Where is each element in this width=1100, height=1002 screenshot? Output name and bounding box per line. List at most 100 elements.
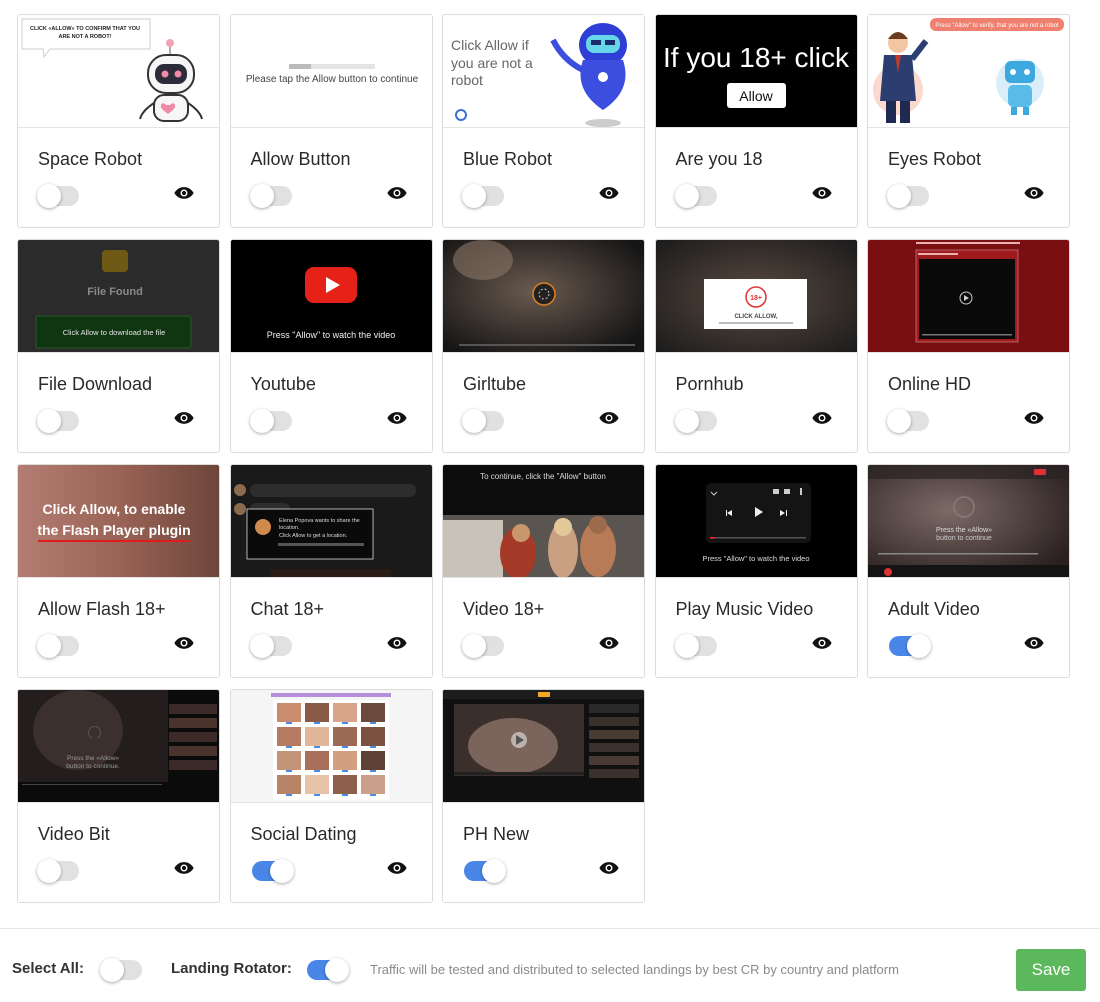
landing-enable-toggle[interactable]	[464, 859, 506, 883]
eye-icon[interactable]	[174, 411, 194, 425]
eye-icon[interactable]	[386, 186, 407, 200]
toggle-knob	[325, 958, 349, 982]
eye-icon[interactable]	[386, 411, 407, 425]
landing-card: To continue, click the "Allow" button Vi…	[442, 464, 645, 678]
save-button[interactable]: Save	[1016, 949, 1086, 991]
preview-text: ARE NOT A ROBOT!	[58, 34, 111, 40]
landing-card: Press "Allow" to watch the video Youtube	[229, 239, 433, 453]
eye-icon[interactable]	[174, 636, 194, 650]
landing-title: Eyes Robot	[888, 149, 982, 169]
eye-icon[interactable]	[599, 861, 619, 875]
toggle-knob	[674, 409, 699, 433]
toggle-knob	[269, 859, 294, 883]
landing-enable-toggle[interactable]	[462, 634, 504, 658]
eye-icon[interactable]	[811, 636, 832, 650]
landing-title: Social Dating	[250, 824, 357, 844]
preview-text: Click Allow to get a location.	[279, 533, 348, 539]
preview-text: button to continue.	[66, 763, 120, 770]
landing-card: 18+ CLICK ALLOW, Pornhub	[654, 239, 858, 453]
landing-preview-image: 18+ CLICK ALLOW,	[655, 240, 857, 353]
landing-card: Press "Allow" to watch the video Play Mus…	[654, 464, 858, 678]
eye-icon[interactable]	[599, 186, 619, 200]
landing-enable-toggle[interactable]	[251, 859, 294, 883]
eye-icon[interactable]	[386, 861, 407, 875]
preview-text: location.	[279, 525, 300, 531]
landing-preview-image: Press "Allow" to watch the video	[655, 465, 857, 578]
preview-text: Press "Allow" to watch the video	[266, 330, 394, 340]
preview-text: Press the «Allow»	[936, 527, 992, 534]
preview-text: Click Allow if	[451, 37, 529, 53]
landing-enable-toggle[interactable]	[37, 859, 79, 883]
landing-preview-image: Press the «Allow» button to continue	[868, 465, 1069, 578]
landing-preview-image: Please tap the Allow button to continue	[230, 15, 432, 128]
footer-divider	[0, 928, 1100, 929]
preview-text: Click Allow, to enable	[43, 501, 186, 517]
preview-text: Please tap the Allow button to continue	[245, 74, 418, 85]
toggle-knob	[37, 634, 61, 658]
landing-enable-toggle[interactable]	[249, 409, 292, 433]
landing-preview-image: Press "Allow" to verify, that you are no…	[868, 15, 1069, 128]
landing-enable-toggle[interactable]	[887, 409, 929, 433]
landing-title: Youtube	[250, 374, 316, 394]
svg-text:Allow: Allow	[739, 88, 773, 104]
landing-preview-image: Click Allow if you are not a robot	[443, 15, 644, 128]
landing-card: Click Allow, to enable the Flash Player p…	[17, 464, 220, 678]
svg-text:Press "Allow" to watch the vid: Press "Allow" to watch the video	[266, 330, 394, 340]
select-all-toggle[interactable]	[100, 958, 142, 982]
svg-text:If you 18+ click: If you 18+ click	[663, 42, 850, 73]
landing-card: Press "Allow" to verify, that you are no…	[867, 14, 1070, 228]
eye-icon[interactable]	[174, 861, 194, 875]
eye-icon[interactable]	[1024, 186, 1044, 200]
landing-enable-toggle[interactable]	[462, 409, 504, 433]
eye-icon[interactable]	[811, 411, 832, 425]
toggle-knob	[37, 859, 61, 883]
eye-icon[interactable]	[386, 636, 407, 650]
landing-card: Online HD	[867, 239, 1070, 453]
landing-preview-image: Elena Popova wants to share the location.…	[230, 465, 432, 578]
svg-text:Please tap the Allow button to: Please tap the Allow button to continue	[245, 74, 418, 85]
landing-preview-image: Press the «Allow» button to continue.	[18, 690, 219, 803]
toggle-knob	[674, 634, 699, 658]
landing-rotator-toggle[interactable]	[307, 958, 349, 982]
landing-title: Allow Flash 18+	[38, 599, 166, 619]
toggle-knob	[249, 184, 274, 208]
landing-card: Social Dating	[229, 689, 433, 903]
toggle-knob	[462, 409, 486, 433]
landing-enable-toggle[interactable]	[37, 409, 79, 433]
landing-title: Online HD	[888, 374, 972, 394]
landing-card: Press the «Allow» button to continue. Vid…	[17, 689, 220, 903]
landing-preview-image	[868, 240, 1069, 353]
toggle-knob	[674, 184, 699, 208]
preview-text: File Found	[87, 286, 143, 298]
landing-enable-toggle[interactable]	[889, 634, 931, 658]
landing-rotator-label: Landing Rotator:	[171, 960, 292, 977]
landing-enable-toggle[interactable]	[37, 184, 79, 208]
eye-icon[interactable]	[811, 186, 832, 200]
landing-enable-toggle[interactable]	[462, 184, 504, 208]
eye-icon[interactable]	[599, 411, 619, 425]
preview-text: Press "Allow" to verify, that you are no…	[935, 23, 1059, 29]
eye-icon[interactable]	[1024, 411, 1044, 425]
svg-text:Press the «Allow»button to con: Press the «Allow» button to continue	[936, 527, 992, 542]
landing-enable-toggle[interactable]	[887, 184, 929, 208]
toggle-knob	[100, 958, 124, 982]
landing-preview-image	[443, 240, 644, 353]
eye-icon[interactable]	[1024, 636, 1044, 650]
landing-enable-toggle[interactable]	[674, 184, 717, 208]
landing-card: Click Allow if you are not a robot Blue Ro…	[442, 14, 645, 228]
svg-text:Press "Allow" to watch the vid: Press "Allow" to watch the video	[702, 554, 809, 563]
eye-icon[interactable]	[174, 186, 194, 200]
landing-card: Press the «Allow» button to continue Adul…	[867, 464, 1070, 678]
landing-enable-toggle[interactable]	[674, 409, 717, 433]
svg-text:Press the «Allow»button to con: Press the «Allow» button to continue.	[66, 755, 120, 770]
landing-enable-toggle[interactable]	[37, 634, 79, 658]
landing-enable-toggle[interactable]	[674, 634, 717, 658]
eye-icon[interactable]	[599, 636, 619, 650]
landing-enable-toggle[interactable]	[249, 184, 292, 208]
toggle-knob	[887, 184, 911, 208]
landing-title: Chat 18+	[250, 599, 325, 619]
landing-enable-toggle[interactable]	[249, 634, 292, 658]
landing-title: Are you 18	[675, 149, 763, 169]
toggle-knob	[37, 409, 61, 433]
landing-card: PH New	[442, 689, 645, 903]
